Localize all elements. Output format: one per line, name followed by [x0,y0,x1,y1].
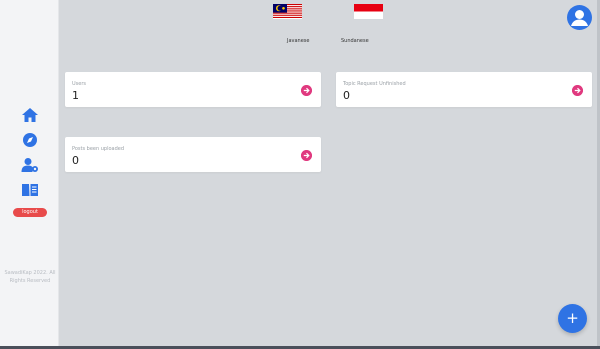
malaysia-flag-icon[interactable] [273,4,302,19]
add-button[interactable]: + [558,304,587,333]
card-value: 0 [343,89,350,102]
user-settings-icon[interactable] [21,157,39,173]
home-icon[interactable] [21,107,39,123]
card-value: 1 [72,89,79,102]
copyright-line-1: SawadiKap 2022. All [4,270,56,276]
users-card[interactable]: Users 1 [65,72,321,107]
copyright-line-2: Rights Reserved [9,278,51,284]
language-label-sundanese[interactable]: Sundanese [341,38,369,44]
posts-card[interactable]: Posts been uploaded 0 [65,137,321,172]
card-label: Posts been uploaded [72,146,125,152]
arrow-right-icon[interactable] [572,85,583,96]
compass-icon[interactable] [21,132,39,148]
sidebar: logout SawadiKap 2022. All Rights Reserv… [0,0,59,349]
arrow-right-icon[interactable] [301,85,312,96]
logout-button[interactable]: logout [13,208,47,217]
book-icon[interactable] [21,182,39,198]
language-label-javanese[interactable]: Javanese [287,38,310,44]
topic-request-card[interactable]: Topic Request Unfinished 0 [336,72,592,107]
user-avatar-icon[interactable] [567,5,592,30]
copyright: SawadiKap 2022. All Rights Reserved [2,269,58,285]
arrow-right-icon[interactable] [301,150,312,161]
card-label: Topic Request Unfinished [343,81,406,87]
card-value: 0 [72,154,79,167]
indonesia-flag-icon[interactable] [354,4,383,19]
card-label: Users [72,81,87,87]
